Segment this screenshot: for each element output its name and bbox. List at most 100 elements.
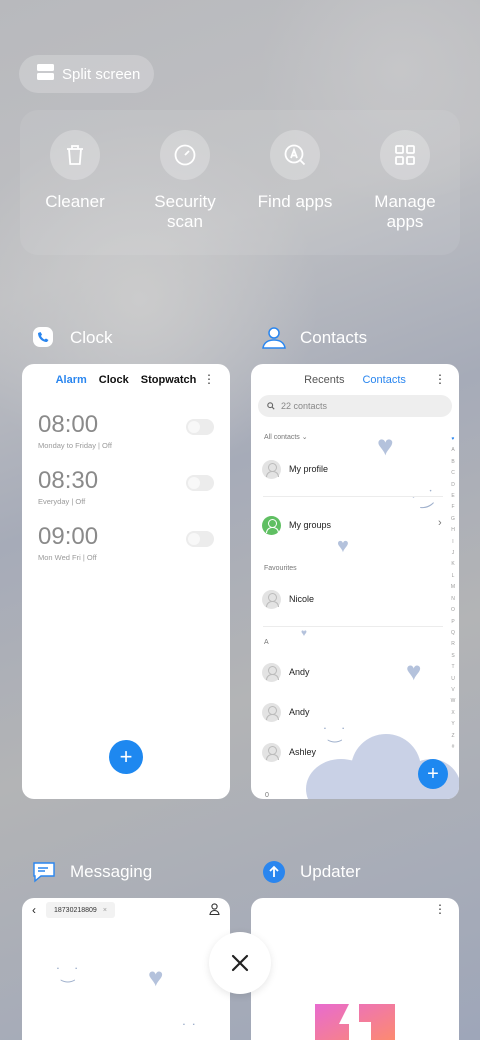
tab-alarm[interactable]: Alarm bbox=[56, 374, 87, 386]
alphabet-letter[interactable]: G bbox=[450, 514, 456, 525]
tab-clock[interactable]: Clock bbox=[99, 374, 129, 386]
alphabet-letter[interactable]: Z bbox=[450, 731, 456, 742]
search-input[interactable]: 22 contacts bbox=[258, 395, 452, 417]
alphabet-letter[interactable]: # bbox=[450, 742, 456, 753]
contacts-app-header[interactable]: Contacts bbox=[262, 326, 367, 350]
contacts-app-icon bbox=[262, 326, 286, 350]
alarm-repeat: Mon Wed Fri | Off bbox=[38, 553, 97, 562]
security-scan-button[interactable]: Security scan bbox=[130, 130, 240, 232]
updater-app-card[interactable]: ⋮ bbox=[251, 898, 459, 1040]
split-screen-button[interactable]: Split screen bbox=[19, 55, 154, 93]
alphabet-letter[interactable]: B bbox=[450, 457, 456, 468]
contact-name: Andy bbox=[289, 667, 310, 677]
more-icon[interactable]: ⋮ bbox=[434, 902, 446, 916]
contacts-tabs: Recents Contacts bbox=[251, 374, 459, 386]
alarm-repeat: Monday to Friday | Off bbox=[38, 441, 112, 450]
alphabet-letter[interactable]: X bbox=[450, 708, 456, 719]
alphabet-letter[interactable]: W bbox=[450, 696, 456, 707]
alphabet-letter[interactable]: P bbox=[450, 617, 456, 628]
alarm-item[interactable]: 09:00 Mon Wed Fri | Off bbox=[38, 523, 214, 562]
tab-stopwatch[interactable]: Stopwatch bbox=[141, 374, 197, 386]
clock-app-name: Clock bbox=[70, 328, 113, 347]
heart-decoration: ♥ bbox=[148, 962, 164, 992]
alarm-toggle[interactable] bbox=[186, 475, 214, 491]
tab-contacts[interactable]: Contacts bbox=[362, 374, 405, 386]
alphabet-letter[interactable]: E bbox=[450, 491, 456, 502]
alphabet-letter[interactable]: Q bbox=[450, 628, 456, 639]
grid-icon bbox=[380, 130, 430, 180]
alphabet-letter[interactable]: Y bbox=[450, 719, 456, 730]
alphabet-letter[interactable]: S bbox=[450, 651, 456, 662]
clock-app-icon bbox=[32, 326, 56, 350]
manage-apps-button[interactable]: Manage apps bbox=[350, 130, 460, 232]
alphabet-index[interactable]: ♥ A B C D E F G H I J K L M N O P Q R S T U V W X Y Z # bbox=[450, 434, 456, 753]
find-apps-label: Find apps bbox=[257, 192, 333, 211]
tab-recents[interactable]: Recents bbox=[304, 374, 344, 386]
alarm-toggle[interactable] bbox=[186, 419, 214, 435]
clock-app-header[interactable]: Clock bbox=[32, 326, 113, 350]
person-icon[interactable] bbox=[209, 902, 220, 920]
alarm-item[interactable]: 08:00 Monday to Friday | Off bbox=[38, 411, 214, 450]
avatar bbox=[262, 702, 281, 722]
back-icon[interactable]: ‹ bbox=[32, 903, 36, 917]
avatar bbox=[262, 459, 281, 479]
contact-row[interactable]: Andy bbox=[262, 661, 442, 683]
find-apps-button[interactable]: Find apps bbox=[240, 130, 350, 212]
alphabet-letter[interactable]: M bbox=[450, 582, 456, 593]
contacts-app-name: Contacts bbox=[300, 328, 368, 347]
alphabet-letter[interactable]: N bbox=[450, 594, 456, 605]
cleaner-button[interactable]: Cleaner bbox=[20, 130, 130, 212]
contact-name: Andy bbox=[289, 707, 310, 717]
alphabet-letter[interactable]: J bbox=[450, 548, 456, 559]
gauge-icon bbox=[160, 130, 210, 180]
alphabet-letter[interactable]: D bbox=[450, 480, 456, 491]
messaging-app-header[interactable]: Messaging bbox=[32, 860, 152, 884]
contact-name: Ashley bbox=[289, 747, 317, 757]
contacts-app-card[interactable]: Recents Contacts ⋮ 22 contacts ♥ ♥ ♥ ♥ ˙… bbox=[251, 364, 459, 799]
heart-decoration: ♥ bbox=[337, 535, 349, 557]
heart-decoration: ♥ bbox=[301, 628, 307, 639]
more-icon[interactable]: ⋮ bbox=[434, 372, 446, 386]
alphabet-letter[interactable]: A bbox=[450, 445, 456, 456]
alphabet-letter[interactable]: R bbox=[450, 639, 456, 650]
alphabet-letter[interactable]: T bbox=[450, 662, 456, 673]
alphabet-letter[interactable]: C bbox=[450, 468, 456, 479]
avatar bbox=[262, 742, 281, 762]
alarm-toggle[interactable] bbox=[186, 531, 214, 547]
alphabet-letter[interactable]: F bbox=[450, 502, 456, 513]
alphabet-letter[interactable]: O bbox=[450, 605, 456, 616]
smile-decoration: ˙ ˙ bbox=[182, 1022, 198, 1039]
alphabet-letter[interactable]: U bbox=[450, 674, 456, 685]
more-icon[interactable]: ⋮ bbox=[203, 372, 215, 386]
divider bbox=[263, 626, 443, 627]
contact-row[interactable]: Ashley bbox=[262, 741, 442, 763]
chevron-down-icon: ⌄ bbox=[301, 434, 308, 441]
close-icon[interactable]: × bbox=[103, 907, 107, 914]
messaging-app-icon bbox=[32, 860, 56, 884]
clock-app-card[interactable]: Alarm Clock Stopwatch ⋮ 08:00 Monday to … bbox=[22, 364, 230, 799]
contact-row[interactable]: Andy bbox=[262, 701, 442, 723]
updater-app-header[interactable]: Updater bbox=[262, 860, 360, 884]
favourites-header: Favourites bbox=[264, 565, 297, 572]
add-contact-button[interactable]: + bbox=[418, 759, 448, 789]
close-all-button[interactable] bbox=[209, 932, 271, 994]
alphabet-letter[interactable]: K bbox=[450, 559, 456, 570]
manage-apps-label-1: Manage bbox=[374, 192, 436, 211]
messaging-app-card[interactable]: ‹ 18730218809 × ˙‿˙ ♥ ˙ ˙ bbox=[22, 898, 230, 1040]
thread-number-chip[interactable]: 18730218809 × bbox=[46, 902, 115, 918]
alphabet-letter[interactable]: H bbox=[450, 525, 456, 536]
miui-logo bbox=[315, 1004, 395, 1040]
alphabet-letter[interactable]: ♥ bbox=[450, 434, 456, 445]
my-profile-label: My profile bbox=[289, 464, 329, 474]
cleaner-label: Cleaner bbox=[45, 192, 105, 211]
alphabet-letter[interactable]: V bbox=[450, 685, 456, 696]
alphabet-letter[interactable]: L bbox=[450, 571, 456, 582]
contact-row[interactable]: Nicole bbox=[262, 588, 442, 610]
my-profile-row[interactable]: My profile bbox=[262, 458, 442, 480]
search-icon bbox=[267, 402, 275, 410]
alphabet-letter[interactable]: I bbox=[450, 537, 456, 548]
contacts-filter[interactable]: All contacts ⌄ bbox=[264, 433, 308, 441]
alarm-item[interactable]: 08:30 Everyday | Off bbox=[38, 467, 214, 506]
add-alarm-button[interactable]: + bbox=[109, 740, 143, 774]
my-groups-row[interactable]: My groups bbox=[262, 514, 442, 536]
